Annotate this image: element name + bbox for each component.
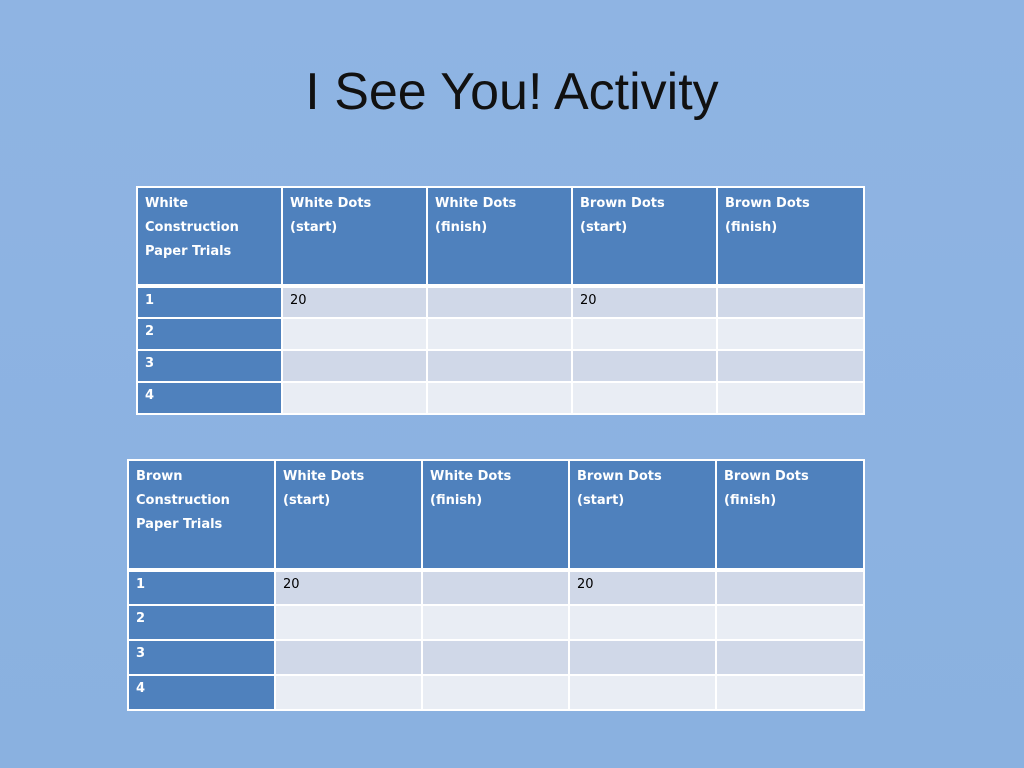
slide-title: I See You! Activity — [305, 63, 719, 121]
table-row: 1 20 20 — [136, 285, 865, 319]
trial-label: 3 — [136, 349, 283, 383]
brown-paper-trials-table: Brown Construction Paper Trials White Do… — [127, 459, 865, 711]
table-row: 3 — [127, 639, 865, 676]
header-trials: White Construction Paper Trials — [136, 186, 283, 287]
white-dots-finish-cell — [421, 569, 570, 606]
brown-dots-start-cell — [571, 349, 718, 383]
header-white-dots-start: White Dots (start) — [274, 459, 423, 571]
brown-dots-finish-cell — [716, 381, 865, 415]
table-row: 4 — [136, 381, 865, 415]
white-paper-trials-table: White Construction Paper Trials White Do… — [136, 186, 865, 415]
brown-dots-finish-cell — [716, 349, 865, 383]
header-brown-dots-finish: Brown Dots (finish) — [716, 186, 865, 287]
white-dots-finish-cell — [426, 381, 573, 415]
white-dots-start-cell — [281, 349, 428, 383]
table-header-row: White Construction Paper Trials White Do… — [136, 186, 865, 287]
trial-label: 4 — [136, 381, 283, 415]
table-row: 4 — [127, 674, 865, 711]
header-trials: Brown Construction Paper Trials — [127, 459, 276, 571]
header-brown-dots-start: Brown Dots (start) — [571, 186, 718, 287]
white-dots-start-cell — [274, 639, 423, 676]
table-header-row: Brown Construction Paper Trials White Do… — [127, 459, 865, 571]
white-dots-start-cell: 20 — [281, 285, 428, 319]
brown-dots-finish-cell — [716, 285, 865, 319]
table-row: 3 — [136, 349, 865, 383]
table-row: 1 20 20 — [127, 569, 865, 606]
brown-dots-finish-cell — [715, 639, 865, 676]
white-dots-finish-cell — [421, 604, 570, 641]
brown-dots-start-cell — [568, 604, 717, 641]
trial-label: 3 — [127, 639, 276, 676]
header-white-dots-finish: White Dots (finish) — [421, 459, 570, 571]
table-row: 2 — [127, 604, 865, 641]
white-dots-finish-cell — [421, 674, 570, 711]
trial-label: 4 — [127, 674, 276, 711]
white-dots-start-cell — [274, 604, 423, 641]
brown-dots-finish-cell — [715, 569, 865, 606]
brown-dots-start-cell — [568, 674, 717, 711]
header-brown-dots-finish: Brown Dots (finish) — [715, 459, 865, 571]
brown-dots-finish-cell — [715, 604, 865, 641]
brown-dots-start-cell — [571, 381, 718, 415]
trial-label: 2 — [127, 604, 276, 641]
white-dots-start-cell — [274, 674, 423, 711]
header-white-dots-start: White Dots (start) — [281, 186, 428, 287]
brown-dots-start-cell — [571, 317, 718, 351]
trial-label: 1 — [136, 285, 283, 319]
table-row: 2 — [136, 317, 865, 351]
header-white-dots-finish: White Dots (finish) — [426, 186, 573, 287]
brown-dots-finish-cell — [716, 317, 865, 351]
white-dots-finish-cell — [426, 349, 573, 383]
header-brown-dots-start: Brown Dots (start) — [568, 459, 717, 571]
brown-dots-start-cell — [568, 639, 717, 676]
white-dots-start-cell — [281, 317, 428, 351]
white-dots-start-cell — [281, 381, 428, 415]
brown-dots-finish-cell — [715, 674, 865, 711]
brown-dots-start-cell: 20 — [568, 569, 717, 606]
white-dots-finish-cell — [426, 317, 573, 351]
trial-label: 2 — [136, 317, 283, 351]
white-dots-finish-cell — [421, 639, 570, 676]
brown-dots-start-cell: 20 — [571, 285, 718, 319]
white-dots-start-cell: 20 — [274, 569, 423, 606]
trial-label: 1 — [127, 569, 276, 606]
white-dots-finish-cell — [426, 285, 573, 319]
